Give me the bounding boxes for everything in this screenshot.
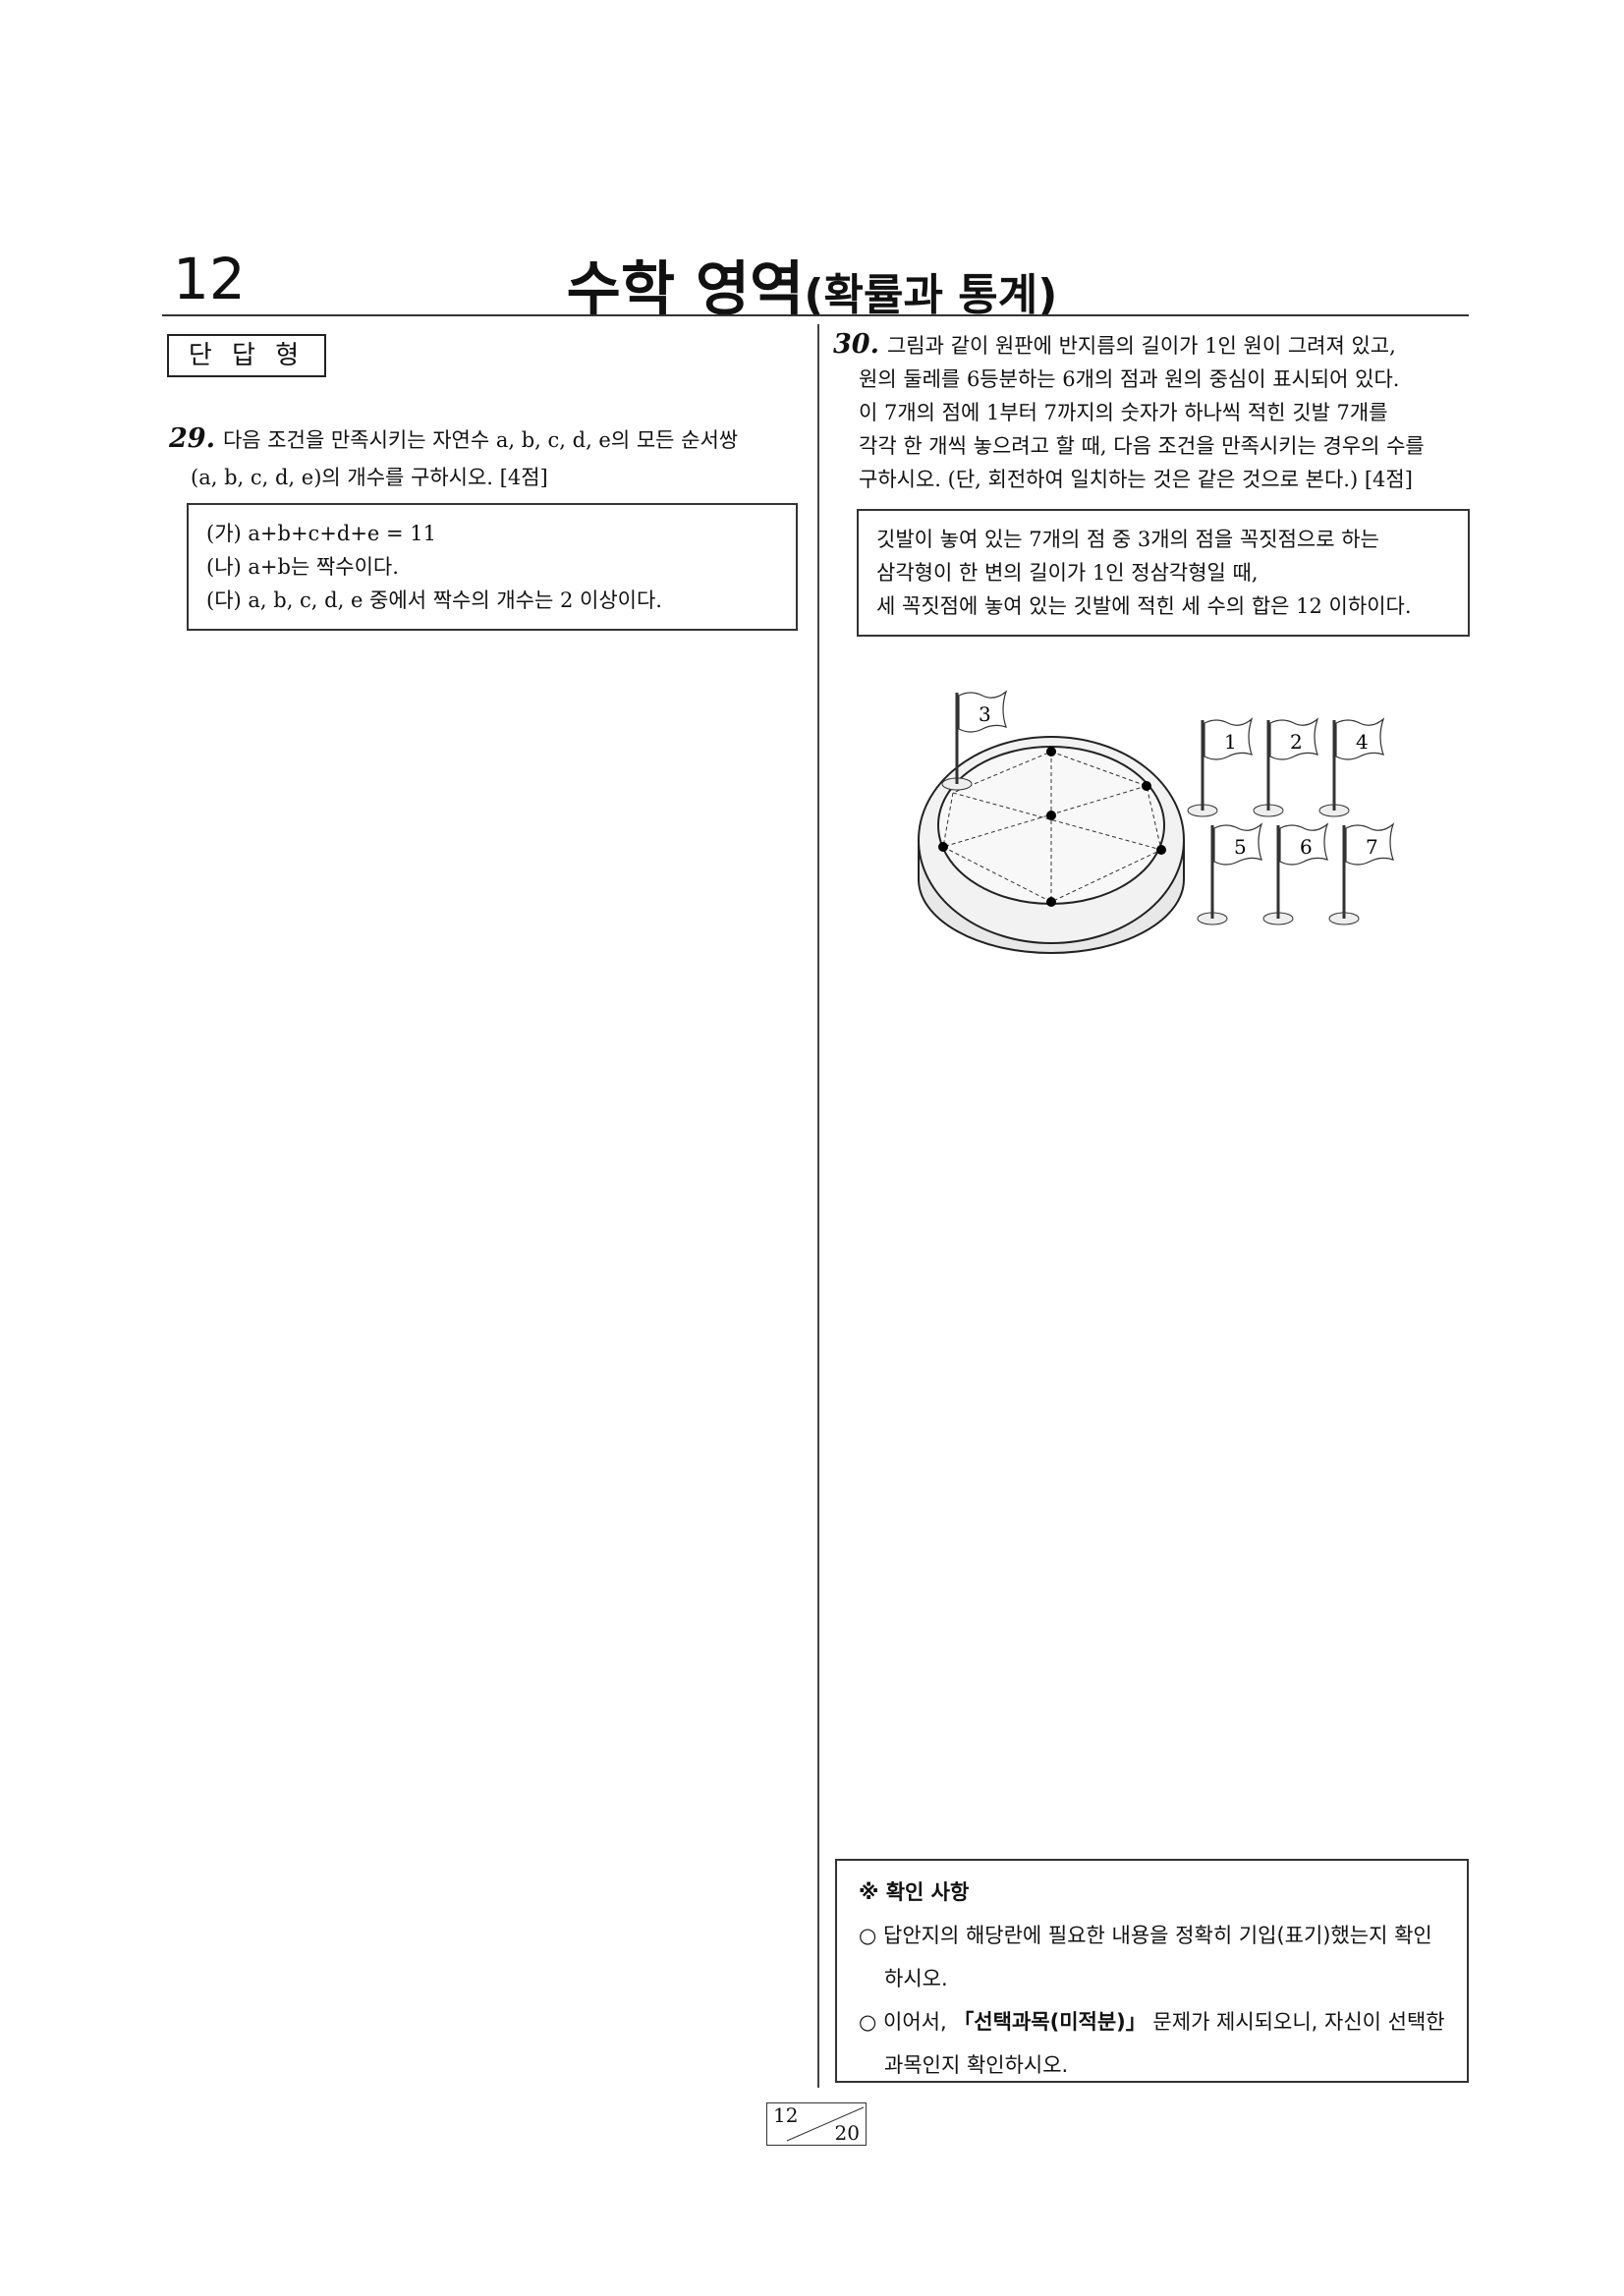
condition: (다) a, b, c, d, e 중에서 짝수의 개수는 2 이상이다.	[206, 588, 662, 612]
question-text: 원의 둘레를 6등분하는 6개의 점과 원의 중심이 표시되어 있다.	[859, 367, 1400, 391]
total-pages: 20	[834, 2121, 860, 2145]
question-text: 이 7개의 점에 1부터 7까지의 숫자가 하나씩 적힌 깃발 7개를	[859, 401, 1388, 424]
notice-item: ○ 답안지의 해당란에 필요한 내용을 정확히 기입(표기)했는지 확인하시오.	[859, 1924, 1432, 1990]
notice-heading: ※ 확인 사항	[859, 1880, 970, 1904]
current-page: 12	[773, 2103, 799, 2127]
flag-5: 5	[1197, 822, 1263, 925]
disc-and-flags-figure: 3 1 2 4 5 6 7	[918, 690, 1395, 954]
flag-4: 4	[1318, 717, 1385, 817]
flag-number: 4	[1356, 730, 1369, 754]
conditions-box: 깃발이 놓여 있는 7개의 점 중 3개의 점을 꼭짓점으로 하는 삼각형이 한…	[857, 509, 1470, 637]
flag-number: 2	[1290, 730, 1303, 754]
condition: 삼각형이 한 변의 길이가 1인 정삼각형일 때,	[876, 561, 1259, 585]
flag-number: 5	[1234, 835, 1247, 859]
question-29: 29. 다음 조건을 만족시키는 자연수 a, b, c, d, e의 모든 순서…	[169, 420, 808, 496]
flag-1: 1	[1187, 717, 1254, 817]
condition: (나) a+b는 짝수이다.	[206, 555, 399, 579]
notice-item: ○ 이어서, 「선택과목(미적분)」 문제가 제시되오니, 자신이 선택한 과목…	[859, 2010, 1445, 2077]
question-30: 30. 그림과 같이 원판에 반지름의 길이가 1인 원이 그려져 있고, 원의 …	[833, 328, 1472, 496]
question-text: 각각 한 개씩 놓으려고 할 때, 다음 조건을 만족시키는 경우의 수를	[859, 434, 1425, 458]
conditions-box: (가) a+b+c+d+e = 11 (나) a+b는 짝수이다. (다) a,…	[187, 503, 798, 631]
flag-number: 7	[1366, 835, 1378, 859]
column-divider	[817, 324, 819, 2088]
notice-box: ※ 확인 사항 ○ 답안지의 해당란에 필요한 내용을 정확히 기입(표기)했는…	[835, 1859, 1469, 2083]
question-text: 다음 조건을 만족시키는 자연수 a, b, c, d, e의 모든 순서쌍	[222, 428, 739, 452]
header-rule	[162, 314, 1469, 316]
question-text: 그림과 같이 원판에 반지름의 길이가 1인 원이 그려져 있고,	[886, 334, 1396, 358]
question-number: 30.	[833, 329, 879, 360]
section-label: 단 답 형	[167, 334, 326, 377]
condition: (가) a+b+c+d+e = 11	[206, 522, 437, 545]
question-text: 구하시오. (단, 회전하여 일치하는 것은 같은 것으로 본다.) [4점]	[859, 468, 1413, 491]
question-text: (a, b, c, d, e)의 개수를 구하시오. [4점]	[191, 466, 548, 489]
flag-number: 1	[1224, 730, 1237, 754]
flag-number: 6	[1300, 835, 1313, 859]
page-indicator: 12 20	[766, 2102, 867, 2146]
question-number: 29.	[169, 423, 215, 454]
title-subtitle: (확률과 통계)	[804, 270, 1058, 320]
flag-number: 3	[979, 702, 991, 726]
condition: 세 꼭짓점에 놓여 있는 깃발에 적힌 세 수의 합은 12 이하이다.	[876, 594, 1412, 618]
flag-7: 7	[1328, 822, 1395, 925]
flag-2: 2	[1253, 717, 1319, 817]
flag-6: 6	[1262, 822, 1329, 925]
condition: 깃발이 놓여 있는 7개의 점 중 3개의 점을 꼭짓점으로 하는	[876, 528, 1379, 551]
